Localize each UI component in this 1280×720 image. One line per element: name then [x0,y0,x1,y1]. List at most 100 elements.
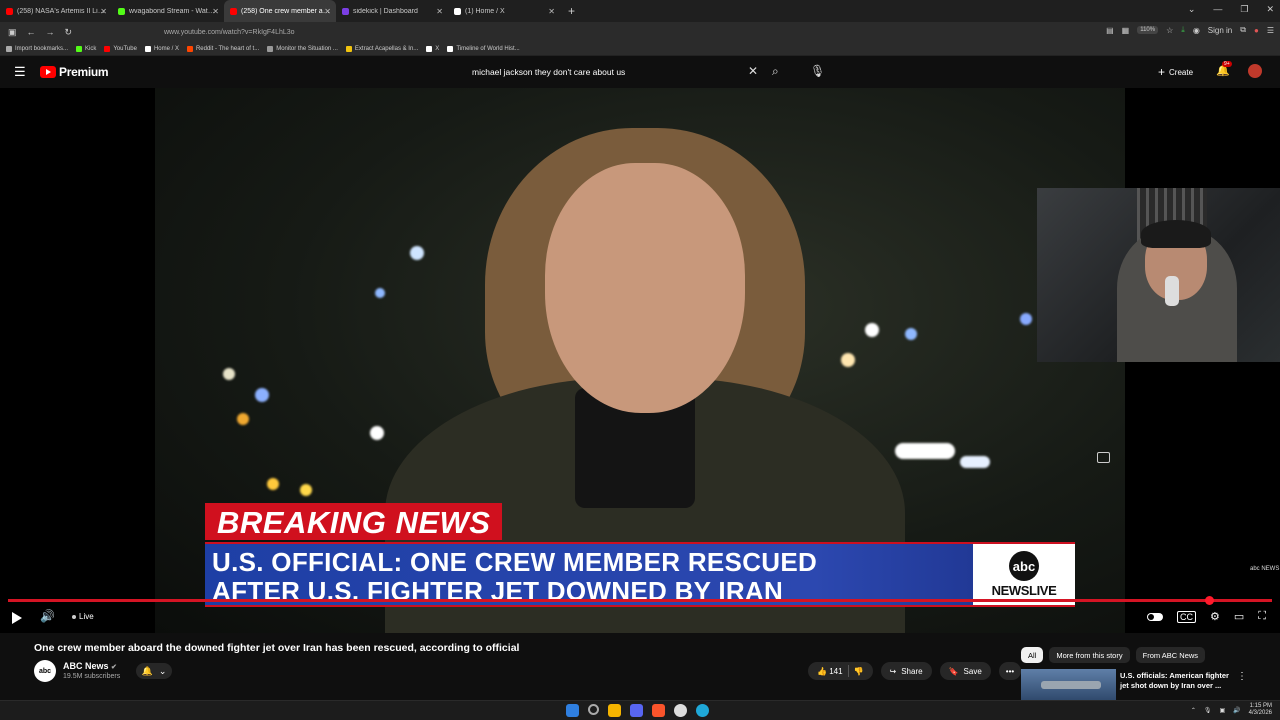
volume-tray-icon[interactable]: 🔊 [1233,707,1240,714]
progress-scrubber[interactable] [1204,596,1214,605]
chevron-down-icon[interactable]: ⌄ [1188,4,1196,15]
more-actions-button[interactable]: ••• [998,662,1022,680]
windows-start-icon[interactable] [566,704,579,717]
bookmark-item[interactable]: Extract Acapellas & In... [345,45,418,52]
save-button[interactable]: 🔖 Save [939,662,991,680]
fullscreen-icon[interactable]: ⛶ [1258,610,1266,623]
new-tab-button[interactable]: + [560,4,583,18]
close-tab-icon[interactable]: ✕ [324,7,331,16]
recommended-video-thumbnail[interactable] [1021,669,1116,700]
abc-news-live-logo: abc NEWSLIVE [973,544,1075,605]
bookmark-item[interactable]: Kick [76,45,96,52]
file-explorer-icon[interactable] [608,704,621,717]
hamburger-menu-icon[interactable]: ☰ [14,65,26,78]
like-button[interactable]: 👍 141 [817,667,843,676]
forward-icon[interactable]: → [46,27,55,38]
brave-icon[interactable] [652,704,665,717]
verified-icon: ✔ [111,664,117,671]
tray-chevron-icon[interactable]: ⌃ [1191,707,1196,714]
zoom-badge[interactable]: 110% [1137,26,1159,34]
search-icon[interactable]: ⌕ [772,64,779,79]
miniplayer-icon[interactable] [1097,452,1110,463]
user-avatar[interactable] [1248,64,1262,78]
url-field[interactable]: www.youtube.com/watch?v=RkIgF4LhL3o [164,29,295,36]
network-icon[interactable]: ▣ [1219,707,1225,714]
share-icon: ↪ [889,666,897,676]
player-controls-right: CC ⚙ ▭ ⛶ [1147,610,1266,623]
video-info: One crew member aboard the downed fighte… [0,633,1280,700]
reader-icon[interactable]: ▤ [1106,26,1114,35]
fighter-jet-image [1041,681,1101,689]
system-clock[interactable]: 1:15 PM 4/3/2026 [1249,703,1272,717]
subscription-bell-button[interactable]: 🔔 ⌄ [136,663,172,679]
extensions-icon[interactable]: ⧉ [1240,25,1246,35]
browser-tab-5[interactable]: (1) Home / X ✕ [448,0,560,22]
chrome-icon[interactable] [674,704,687,717]
clear-search-icon[interactable]: ✕ [748,64,758,78]
progress-bar[interactable] [8,599,1272,602]
sidebar-toggle-icon[interactable]: ▣ [8,27,17,38]
close-tab-icon[interactable]: ✕ [100,7,107,16]
bookmark-item[interactable]: Import bookmarks... [6,45,68,52]
bookmark-item[interactable]: X [426,45,439,52]
more-vert-icon[interactable]: ⋮ [1237,671,1247,682]
channel-avatar[interactable]: abc [34,660,56,682]
bookmark-item[interactable]: Monitor the Situation ... [267,45,338,52]
bookmark-star-icon[interactable]: ☆ [1166,26,1173,35]
profile-icon[interactable]: ● [1254,26,1259,35]
city-light [410,246,424,260]
browser-tab-4[interactable]: sidekick | Dashboard ✕ [336,0,448,22]
video-actions: 👍 141 👎 ↪ Share 🔖 Save ••• [808,662,1022,680]
browser-tab-bar: (258) NASA's Artemis II Live Mi ✕ wvagabo… [0,0,1280,22]
create-button[interactable]: + Create [1158,65,1193,79]
video-frame[interactable]: BREAKING NEWS U.S. OFFICIAL: ONE CREW ME… [155,88,1125,633]
bookmark-item[interactable]: Reddit - The heart of t... [186,45,259,52]
mic-tray-icon[interactable]: 🎙 [1204,707,1212,714]
close-tab-icon[interactable]: ✕ [436,7,443,16]
search-input[interactable] [464,67,734,77]
x-icon [426,45,433,52]
bookmark-item[interactable]: Home / X [144,45,179,52]
autoplay-toggle[interactable] [1147,612,1164,621]
player-controls: 🔊 Live CC ⚙ ▭ ⛶ [0,606,1280,633]
theater-mode-icon[interactable]: ▭ [1234,610,1244,623]
captions-icon[interactable]: CC [1177,610,1197,623]
youtube-play-icon [40,66,56,78]
reload-icon[interactable]: ↻ [65,27,73,38]
recommended-video-title[interactable]: U.S. officials: American fighter jet sho… [1120,671,1232,691]
close-tab-icon[interactable]: ✕ [548,7,555,16]
browser-tab-1[interactable]: (258) NASA's Artemis II Live Mi ✕ [0,0,112,22]
bookmark-item[interactable]: YouTube [104,45,137,52]
close-window-icon[interactable]: ✕ [1266,4,1274,15]
discord-icon[interactable] [630,704,643,717]
bookmark-item[interactable]: Timeline of World Hist... [447,45,520,52]
sign-in-label[interactable]: Sign in [1208,26,1232,35]
microphone-icon[interactable]: 🎙 [810,64,825,78]
video-player[interactable]: BREAKING NEWS U.S. OFFICIAL: ONE CREW ME… [0,88,1280,633]
chip-from-abc-news[interactable]: From ABC News [1135,647,1206,663]
volume-icon[interactable]: 🔊 [40,609,55,623]
browser-tab-2[interactable]: wvagabond Stream - Watch Liv ✕ [112,0,224,22]
minimize-icon[interactable]: — [1213,4,1222,15]
settings-gear-icon[interactable]: ⚙ [1210,610,1220,623]
close-tab-icon[interactable]: ✕ [212,7,219,16]
channel-name[interactable]: ABC News ✔ [63,661,117,671]
live-indicator[interactable]: Live [72,612,94,621]
download-icon[interactable]: ⤓ [1181,25,1185,35]
browser-tab-3[interactable]: (258) One crew member aboa ✕ [224,0,336,22]
restore-icon[interactable]: ❐ [1240,4,1248,15]
back-icon[interactable]: ← [27,27,36,38]
menu-icon[interactable]: ☰ [1267,26,1274,35]
share-button[interactable]: ↪ Share [880,662,932,680]
chip-more-from-story[interactable]: More from this story [1049,647,1130,663]
chip-all[interactable]: All [1021,647,1044,663]
account-icon[interactable]: ◉ [1193,26,1200,35]
play-icon[interactable] [12,612,22,624]
edge-icon[interactable] [696,704,709,717]
youtube-logo[interactable]: Premium [40,65,109,79]
dislike-icon[interactable]: 👎 [854,667,864,676]
live-dot-icon [72,614,76,619]
save-icon: 🔖 [948,666,959,676]
taskbar-search-icon[interactable] [588,704,599,715]
screenshot-icon[interactable]: ▦ [1122,26,1130,35]
